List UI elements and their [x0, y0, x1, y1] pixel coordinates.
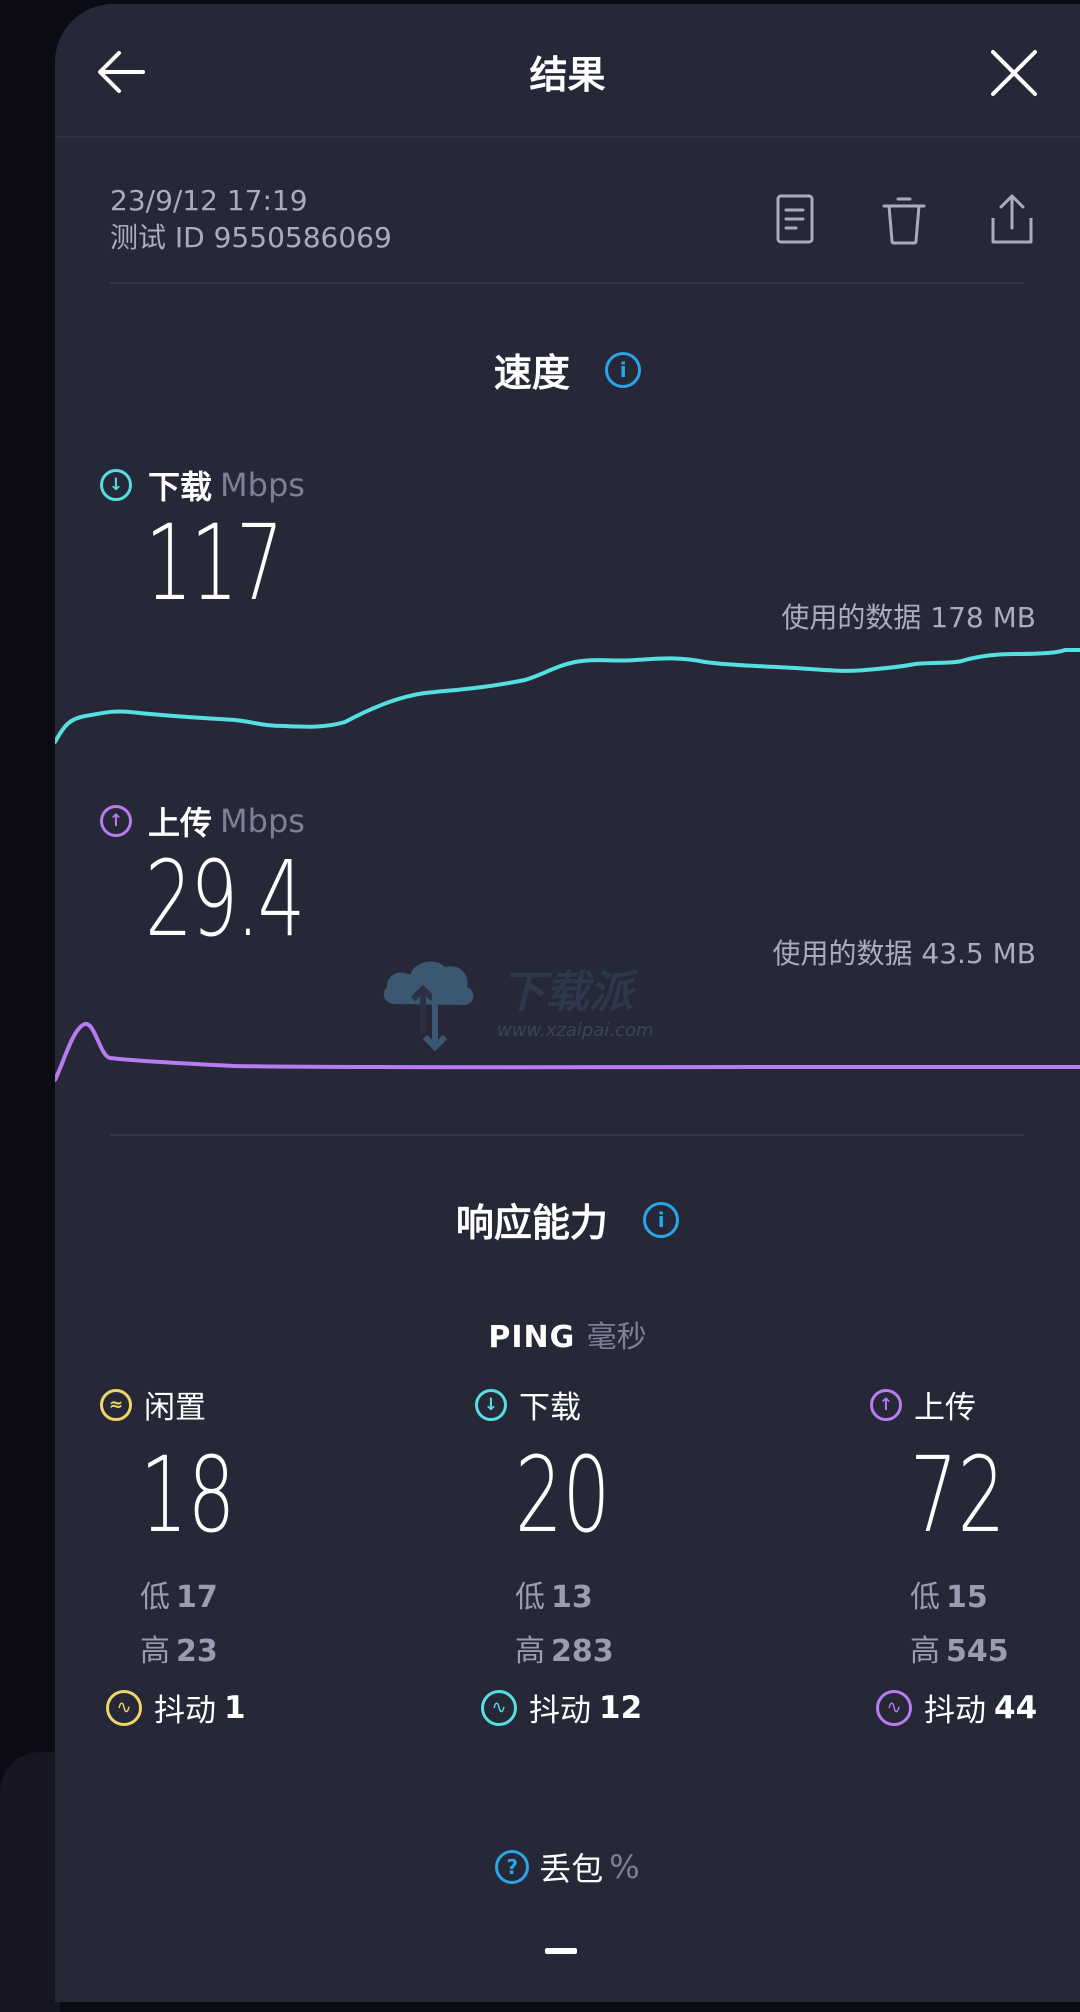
ping-unit: 毫秒 — [586, 1320, 647, 1355]
low-label: 低 — [515, 1580, 545, 1615]
upload-speed-value: 29.4 — [145, 838, 305, 960]
trash-icon[interactable] — [879, 192, 929, 248]
ping-download-label: ↓ 下载 — [475, 1382, 775, 1427]
jitter-icon: ∿ — [876, 1689, 912, 1726]
jitter-value: 12 — [599, 1689, 643, 1726]
ping-upload-label-text: 上传 — [914, 1390, 976, 1426]
jitter-icon: ∿ — [481, 1689, 517, 1726]
low-value: 13 — [551, 1580, 593, 1615]
ping-upload-jitter: ∿ 抖动 44 — [876, 1685, 1070, 1730]
speed-title: 速度 — [493, 351, 570, 395]
divider — [110, 282, 1024, 284]
download-arrow-icon: ↓ — [100, 469, 132, 501]
ping-idle-high: 高 23 — [140, 1625, 400, 1679]
high-label: 高 — [140, 1634, 170, 1669]
ping-label: PING — [488, 1320, 576, 1355]
low-value: 15 — [946, 1580, 988, 1615]
packet-loss-unit: % — [609, 1848, 640, 1886]
packet-loss-label: 丢包 — [539, 1850, 604, 1888]
ping-download-value: 20 — [515, 1434, 611, 1556]
upload-arrow-icon: ↑ — [870, 1388, 902, 1421]
jitter-label: 抖动 — [154, 1693, 216, 1729]
download-unit: Mbps — [220, 466, 305, 504]
high-value: 23 — [176, 1634, 218, 1669]
low-label: 低 — [140, 1580, 170, 1615]
download-graph-line — [55, 648, 1080, 744]
info-icon[interactable]: i — [643, 1201, 680, 1238]
high-label: 高 — [515, 1634, 545, 1669]
info-icon[interactable]: i — [605, 351, 642, 388]
ping-upload-value: 72 — [910, 1434, 1006, 1556]
help-icon[interactable]: ? — [495, 1850, 530, 1884]
speed-section-title: 速度 i — [55, 342, 1080, 397]
high-value: 545 — [946, 1634, 1009, 1669]
page-title: 结果 — [529, 53, 606, 97]
ping-idle-value: 18 — [140, 1434, 236, 1556]
watermark-brand: 下载派 — [501, 967, 633, 1018]
watermark-url: www.xzaipai.com — [497, 1020, 654, 1041]
ping-download: ↓ 下载 20 低 13 高 283 ∿ 抖动 12 — [475, 1382, 775, 1730]
background-card — [0, 1752, 60, 2012]
download-speed-value: 117 — [145, 502, 284, 624]
jitter-label: 抖动 — [924, 1693, 986, 1729]
high-value: 283 — [551, 1634, 614, 1669]
results-sheet: 结果 23/9/12 17:19 测试 ID 9550586069 速度 i ↓… — [55, 4, 1080, 2002]
low-label: 低 — [910, 1580, 940, 1615]
ping-idle-label-text: 闲置 — [144, 1390, 206, 1426]
download-graph — [55, 648, 1080, 744]
upload-unit: Mbps — [220, 802, 305, 840]
jitter-label: 抖动 — [529, 1693, 591, 1729]
responsiveness-title: 响应能力 — [455, 1201, 608, 1245]
ping-upload-high: 高 545 — [910, 1625, 1070, 1679]
upload-data-used: 使用的数据 43.5 MB — [772, 937, 1036, 970]
responsiveness-section-title: 响应能力 i — [55, 1192, 1080, 1247]
jitter-value: 44 — [994, 1689, 1038, 1726]
ping-download-low: 低 13 — [515, 1571, 775, 1625]
download-arrow-icon: ↓ — [475, 1388, 507, 1421]
high-label: 高 — [910, 1634, 940, 1669]
ping-upload-low: 低 15 — [910, 1571, 1070, 1625]
divider — [110, 1134, 1024, 1136]
low-value: 17 — [176, 1580, 218, 1615]
test-datetime: 23/9/12 17:19 — [110, 184, 308, 217]
upload-arrow-icon: ↑ — [100, 805, 132, 837]
ping-header: PING 毫秒 — [55, 1312, 1080, 1356]
ping-download-label-text: 下载 — [519, 1390, 581, 1426]
jitter-value: 1 — [224, 1689, 246, 1726]
test-id: 测试 ID 9550586069 — [110, 221, 392, 254]
test-meta: 23/9/12 17:19 测试 ID 9550586069 — [110, 182, 392, 256]
ping-idle-label: ≈ 闲置 — [100, 1382, 400, 1427]
ping-idle-jitter: ∿ 抖动 1 — [106, 1685, 400, 1730]
close-icon[interactable] — [987, 46, 1041, 100]
jitter-icon: ∿ — [106, 1689, 142, 1726]
ping-upload: ↑ 上传 72 低 15 高 545 ∿ 抖动 44 — [870, 1382, 1070, 1730]
header: 结果 — [55, 4, 1080, 138]
ping-download-high: 高 283 — [515, 1625, 775, 1679]
idle-icon: ≈ — [100, 1388, 132, 1421]
ping-idle-low: 低 17 — [140, 1571, 400, 1625]
packet-loss: ? 丢包 % — [55, 1844, 1080, 1890]
document-icon[interactable] — [771, 192, 821, 248]
ping-idle: ≈ 闲置 18 低 17 高 23 ∿ 抖动 1 — [100, 1382, 400, 1730]
packet-loss-value — [545, 1948, 577, 1954]
ping-upload-label: ↑ 上传 — [870, 1382, 1070, 1427]
share-icon[interactable] — [987, 192, 1037, 248]
ping-download-jitter: ∿ 抖动 12 — [481, 1685, 775, 1730]
